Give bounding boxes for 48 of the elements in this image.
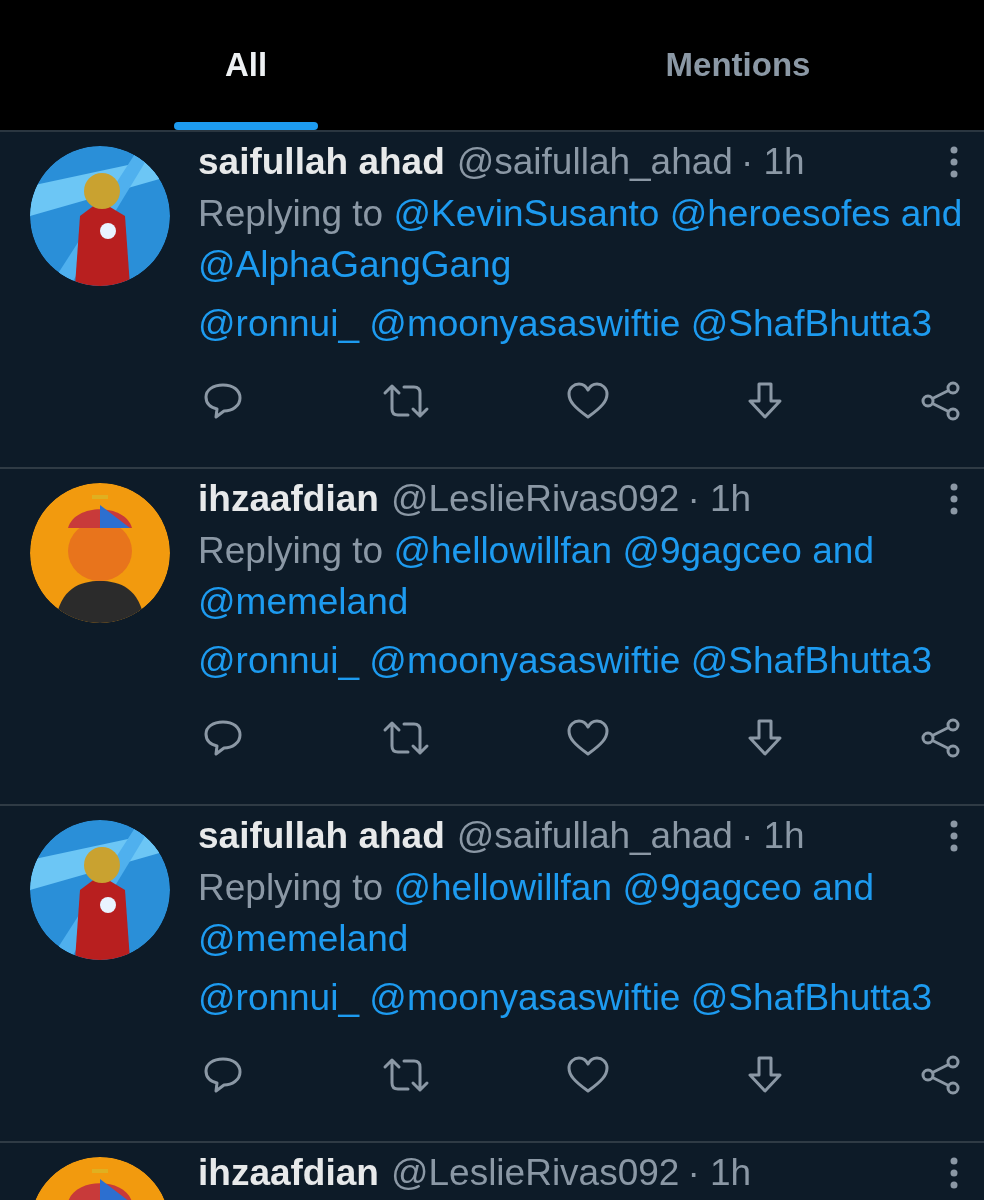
user-handle: @LeslieRivas092 [390, 1152, 680, 1194]
more-icon[interactable] [948, 481, 960, 517]
tab[interactable]: Mentions [492, 0, 984, 130]
mention-link[interactable]: @ronnui_ [198, 298, 359, 349]
mention-link[interactable]: @hellowillfan [393, 862, 613, 913]
replying-label: Replying to [198, 192, 384, 236]
user-handle: @saifullah_ahad [456, 815, 733, 857]
user-name[interactable]: saifullah ahad [198, 815, 445, 857]
mention-link[interactable]: @memeland [198, 576, 409, 627]
conjunction-text: and [812, 866, 874, 910]
mention-link[interactable]: @9gagceo [622, 525, 802, 576]
user-name[interactable]: ihzaafdian [198, 478, 379, 520]
heart-icon[interactable] [566, 718, 610, 758]
mention-link[interactable]: @KevinSusanto [393, 188, 660, 239]
mention-link[interactable]: @ShafBhutta3 [690, 635, 933, 686]
mention-link[interactable]: @ronnui_ [198, 635, 359, 686]
timestamp: · 1h [687, 1152, 752, 1194]
more-icon[interactable] [948, 818, 960, 854]
timestamp: · 1h [740, 141, 805, 183]
conjunction-text: and [900, 192, 963, 236]
mention-link[interactable]: @moonyasaswiftie [369, 635, 681, 686]
conjunction-text: and [812, 529, 874, 573]
mention-link[interactable]: @moonyasaswiftie [369, 972, 681, 1023]
mention-link[interactable]: @ShafBhutta3 [690, 298, 933, 349]
user-handle: @LeslieRivas092 [390, 478, 680, 520]
timestamp: · 1h [687, 478, 752, 520]
user-handle: @saifullah_ahad [456, 141, 733, 183]
mention-link[interactable]: @AlphaGangGang [198, 239, 512, 290]
mention-link[interactable]: @ShafBhutta3 [690, 972, 933, 1023]
mention-link[interactable]: @ronnui_ [198, 972, 359, 1023]
mention-link[interactable]: @moonyasaswiftie [369, 298, 681, 349]
mention-link[interactable]: @heroesofes [669, 188, 891, 239]
mention-link[interactable]: @hellowillfan [393, 525, 613, 576]
share-icon[interactable] [920, 718, 962, 758]
share-icon[interactable] [920, 381, 962, 421]
tab[interactable]: All [0, 0, 492, 130]
more-icon[interactable] [948, 1155, 960, 1191]
timestamp: · 1h [740, 815, 805, 857]
user-name[interactable]: saifullah ahad [198, 141, 445, 183]
replying-label: Replying to [198, 529, 384, 573]
mention-link[interactable]: @memeland [198, 913, 409, 964]
heart-icon[interactable] [566, 381, 610, 421]
mention-link[interactable]: @9gagceo [622, 862, 802, 913]
user-name[interactable]: ihzaafdian [198, 1152, 379, 1194]
heart-icon[interactable] [566, 1055, 610, 1095]
more-icon[interactable] [948, 144, 960, 180]
share-icon[interactable] [920, 1055, 962, 1095]
replying-label: Replying to [198, 866, 384, 910]
